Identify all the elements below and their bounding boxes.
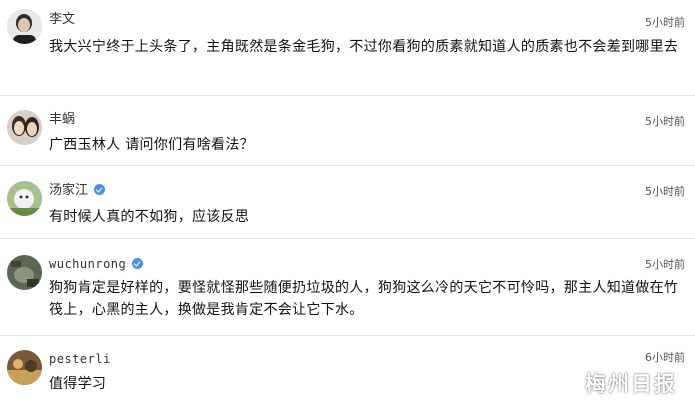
comment-time: 6小时前	[645, 351, 685, 364]
avatar[interactable]	[7, 181, 42, 216]
comment-time: 5小时前	[645, 258, 685, 271]
comment-item: 丰蜗 5小时前 广西玉林人 请问你们有啥看法？	[0, 96, 695, 166]
comment-time: 5小时前	[645, 115, 685, 128]
watermark-text: 梅州日报	[585, 372, 677, 396]
comment-item: wuchunrong 5小时前 狗狗肯定是好样的，要怪就怪那些随便扔垃圾的人，狗…	[0, 239, 695, 336]
comment-item: 汤家江 5小时前 有时候人真的不如狗，应该反思	[0, 166, 695, 239]
comment-text: 我大兴宁终于上头条了，主角既然是条金毛狗，不过你看狗的质素就知道人的质素也不会差…	[49, 39, 679, 55]
comment-time: 5小时前	[645, 16, 685, 29]
avatar[interactable]	[7, 350, 42, 385]
comment-text: 广西玉林人 请问你们有啥看法？	[49, 137, 254, 153]
comment-username[interactable]: wuchunrong	[49, 256, 144, 272]
watermark: 梅州日报	[549, 369, 677, 397]
avatar[interactable]	[7, 110, 42, 145]
comment-username-text[interactable]: wuchunrong	[49, 257, 126, 271]
avatar[interactable]	[7, 9, 42, 44]
verified-icon	[94, 184, 106, 195]
comment-item: 李文 5小时前 我大兴宁终于上头条了，主角既然是条金毛狗，不过你看狗的质素就知道…	[0, 0, 695, 96]
comment-username[interactable]: 汤家江	[49, 183, 106, 199]
comment-time: 5小时前	[645, 185, 685, 198]
comment-username[interactable]: 丰蜗	[49, 112, 75, 128]
comment-username-text[interactable]: 汤家江	[49, 183, 88, 198]
wechat-icon	[549, 372, 578, 394]
comment-username[interactable]: pesterli	[49, 351, 111, 367]
comment-text: 狗狗肯定是好样的，要怪就怪那些随便扔垃圾的人，狗狗这么冷的天它不可怜吗，那主人知…	[49, 280, 679, 318]
avatar[interactable]	[7, 255, 42, 290]
comment-username[interactable]: 李文	[49, 12, 75, 28]
verified-icon	[132, 258, 144, 269]
comment-text: 有时候人真的不如狗，应该反思	[49, 209, 250, 225]
